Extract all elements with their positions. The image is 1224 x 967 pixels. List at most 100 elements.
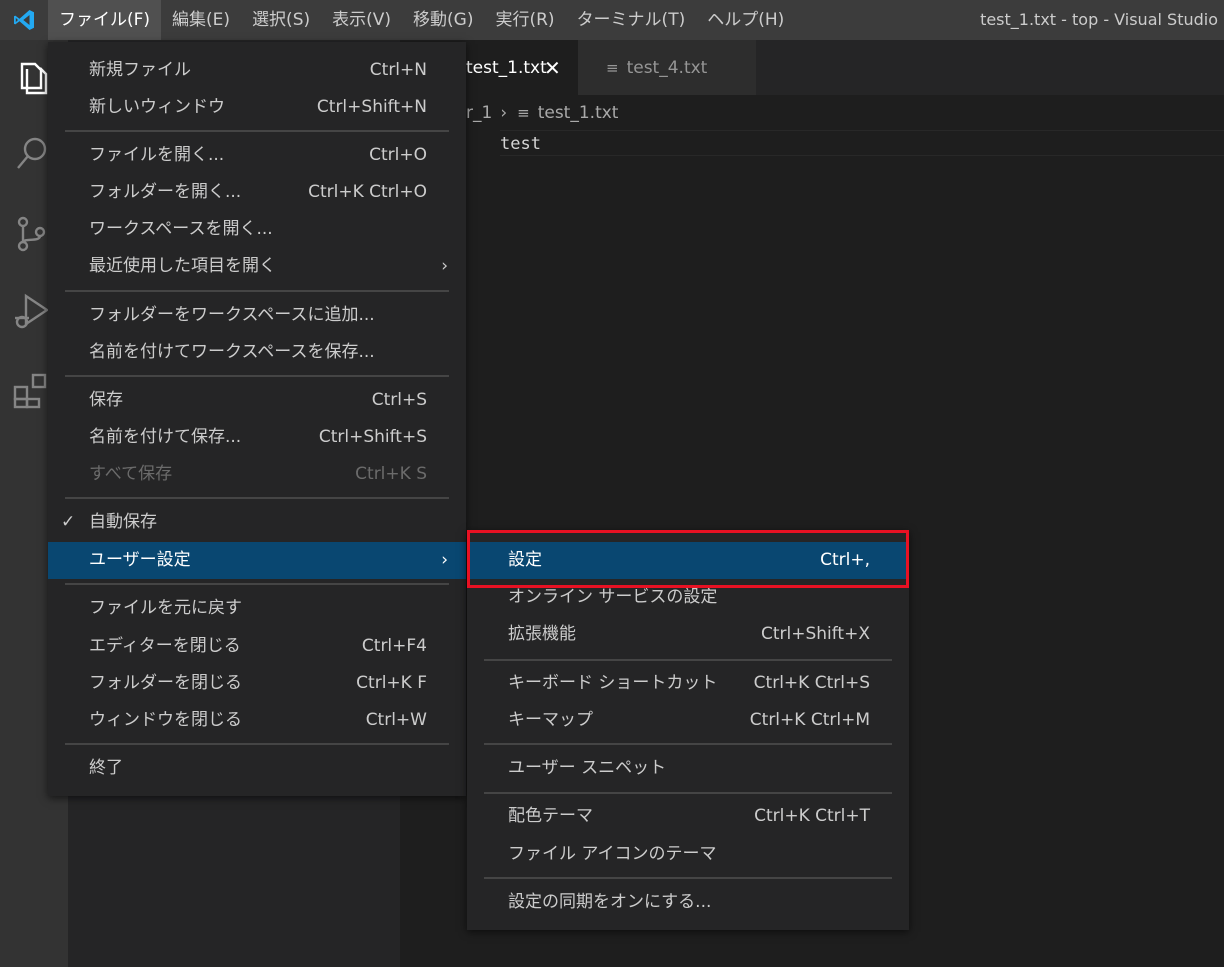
menu-view[interactable]: 表示(V) [321, 0, 402, 40]
chevron-right-icon: › [500, 103, 508, 123]
menu-item-label: 設定の同期をオンにする... [508, 892, 712, 912]
menu-item-open-workspace[interactable]: ワークスペースを開く... [48, 211, 466, 248]
menu-separator [484, 877, 892, 879]
menu-item-label: ファイル アイコンのテーマ [508, 844, 717, 864]
menu-item-label: 名前を付けてワークスペースを保存... [89, 342, 375, 362]
menu-item-close-window[interactable]: ウィンドウを閉じる Ctrl+W [48, 702, 466, 739]
tab-label: test_4.txt [626, 57, 708, 78]
menu-item-new-file[interactable]: 新規ファイル Ctrl+N [48, 52, 466, 89]
menu-item-preferences[interactable]: ユーザー設定 › [48, 542, 466, 579]
menu-separator [65, 290, 449, 292]
submenu-item-file-icon-theme[interactable]: ファイル アイコンのテーマ [467, 836, 909, 873]
chevron-right-icon: › [441, 550, 448, 570]
menu-item-label: フォルダーをワークスペースに追加... [89, 305, 375, 325]
file-lines-icon: ≡ [517, 104, 530, 122]
menu-item-label: フォルダーを開く... [89, 182, 242, 202]
vscode-logo-icon [0, 0, 48, 40]
menu-item-label: 拡張機能 [508, 624, 576, 644]
checkmark-icon: ✓ [61, 512, 76, 532]
menu-item-shortcut: Ctrl+K Ctrl+S [753, 673, 870, 693]
menu-item-label: 保存 [89, 390, 123, 410]
menu-item-label: キーマップ [508, 710, 593, 730]
menu-item-label: 最近使用した項目を開く [89, 256, 276, 276]
menu-separator [484, 743, 892, 745]
menu-edit[interactable]: 編集(E) [161, 0, 241, 40]
menu-item-label: 新しいウィンドウ [89, 97, 225, 117]
menu-separator [65, 583, 449, 585]
submenu-item-settings-sync[interactable]: 設定の同期をオンにする... [467, 884, 909, 921]
menu-go[interactable]: 移動(G) [402, 0, 484, 40]
menu-item-label: ユーザー設定 [89, 550, 191, 570]
menu-selection[interactable]: 選択(S) [241, 0, 321, 40]
menu-item-shortcut: Ctrl+F4 [361, 636, 427, 656]
menu-separator [65, 497, 449, 499]
menu-item-label: ファイルを開く... [89, 145, 225, 165]
close-icon[interactable]: ✕ [544, 56, 561, 80]
menu-file[interactable]: ファイル(F) [48, 0, 162, 40]
menu-item-label: 新規ファイル [89, 60, 191, 80]
submenu-item-keyboard-shortcuts[interactable]: キーボード ショートカット Ctrl+K Ctrl+S [467, 665, 909, 702]
menu-item-label: 配色テーマ [508, 806, 593, 826]
menu-item-label: 自動保存 [89, 512, 157, 532]
menu-item-shortcut: Ctrl+K Ctrl+O [308, 182, 427, 202]
menu-separator [65, 130, 449, 132]
menu-item-shortcut: Ctrl+K Ctrl+M [749, 710, 870, 730]
menu-item-label: エディターを閉じる [89, 636, 241, 656]
menu-item-open-folder[interactable]: フォルダーを開く... Ctrl+K Ctrl+O [48, 174, 466, 211]
menu-help[interactable]: ヘルプ(H) [696, 0, 795, 40]
menu-item-auto-save[interactable]: ✓ 自動保存 [48, 504, 466, 541]
menu-item-exit[interactable]: 終了 [48, 750, 466, 787]
window-title: test_1.txt - top - Visual Studio [980, 10, 1218, 29]
menu-item-label: すべて保存 [89, 464, 173, 484]
menu-item-new-window[interactable]: 新しいウィンドウ Ctrl+Shift+N [48, 89, 466, 126]
menu-item-revert-file[interactable]: ファイルを元に戻す [48, 590, 466, 627]
menu-separator [65, 375, 449, 377]
menu-item-shortcut: Ctrl+S [371, 390, 427, 410]
menu-item-label: フォルダーを閉じる [89, 673, 242, 693]
menu-separator [484, 659, 892, 661]
menu-item-save-workspace-as[interactable]: 名前を付けてワークスペースを保存... [48, 334, 466, 371]
file-menu: 新規ファイル Ctrl+N 新しいウィンドウ Ctrl+Shift+N ファイル… [48, 42, 466, 796]
menu-item-label: ウィンドウを閉じる [89, 710, 242, 730]
menu-item-shortcut: Ctrl+K Ctrl+T [754, 806, 870, 826]
breadcrumb-file[interactable]: test_1.txt [538, 103, 619, 123]
menu-terminal[interactable]: ターミナル(T) [566, 0, 697, 40]
menu-item-save-as[interactable]: 名前を付けて保存... Ctrl+Shift+S [48, 419, 466, 456]
menu-item-shortcut: Ctrl+O [369, 145, 427, 165]
menu-item-shortcut: Ctrl+K S [355, 464, 427, 484]
menu-run[interactable]: 実行(R) [484, 0, 565, 40]
menu-item-label: キーボード ショートカット [508, 673, 718, 693]
submenu-item-keymaps[interactable]: キーマップ Ctrl+K Ctrl+M [467, 702, 909, 739]
menu-separator [484, 792, 892, 794]
menu-item-shortcut: Ctrl+K F [356, 673, 427, 693]
breadcrumb: r_1 › ≡ test_1.txt [466, 98, 618, 128]
tab-bar: test_1.txt ✕ ≡ test_4.txt [400, 40, 1224, 95]
highlight-annotation-box [467, 530, 909, 588]
menu-item-save[interactable]: 保存 Ctrl+S [48, 382, 466, 419]
file-lines-icon: ≡ [606, 58, 619, 77]
menu-separator [65, 743, 449, 745]
menu-item-open-file[interactable]: ファイルを開く... Ctrl+O [48, 137, 466, 174]
submenu-item-color-theme[interactable]: 配色テーマ Ctrl+K Ctrl+T [467, 798, 909, 835]
menu-item-shortcut: Ctrl+Shift+N [316, 97, 427, 117]
tab-test-4[interactable]: ≡ test_4.txt [578, 40, 756, 95]
menu-item-label: ファイルを元に戻す [89, 598, 242, 618]
menu-item-shortcut: Ctrl+Shift+X [760, 624, 870, 644]
menu-item-close-folder[interactable]: フォルダーを閉じる Ctrl+K F [48, 665, 466, 702]
menu-item-label: 名前を付けて保存... [89, 427, 242, 447]
preferences-submenu: 設定 Ctrl+, オンライン サービスの設定 拡張機能 Ctrl+Shift+… [467, 530, 909, 930]
code-line[interactable]: test [500, 130, 1224, 156]
menu-item-label: ユーザー スニペット [508, 758, 667, 778]
menu-item-close-editor[interactable]: エディターを閉じる Ctrl+F4 [48, 628, 466, 665]
menu-item-label: ワークスペースを開く... [89, 219, 273, 239]
submenu-item-extensions[interactable]: 拡張機能 Ctrl+Shift+X [467, 616, 909, 653]
code-text: test [500, 134, 541, 154]
menu-item-open-recent[interactable]: 最近使用した項目を開く › [48, 248, 466, 285]
menu-item-shortcut: Ctrl+Shift+S [318, 427, 427, 447]
submenu-item-user-snippets[interactable]: ユーザー スニペット [467, 750, 909, 787]
breadcrumb-folder[interactable]: r_1 [466, 103, 492, 123]
menu-item-save-all: すべて保存 Ctrl+K S [48, 456, 466, 493]
menu-item-add-folder-to-workspace[interactable]: フォルダーをワークスペースに追加... [48, 297, 466, 334]
menu-bar: ファイル(F) 編集(E) 選択(S) 表示(V) 移動(G) 実行(R) ター… [48, 0, 795, 40]
chevron-right-icon: › [441, 256, 448, 276]
